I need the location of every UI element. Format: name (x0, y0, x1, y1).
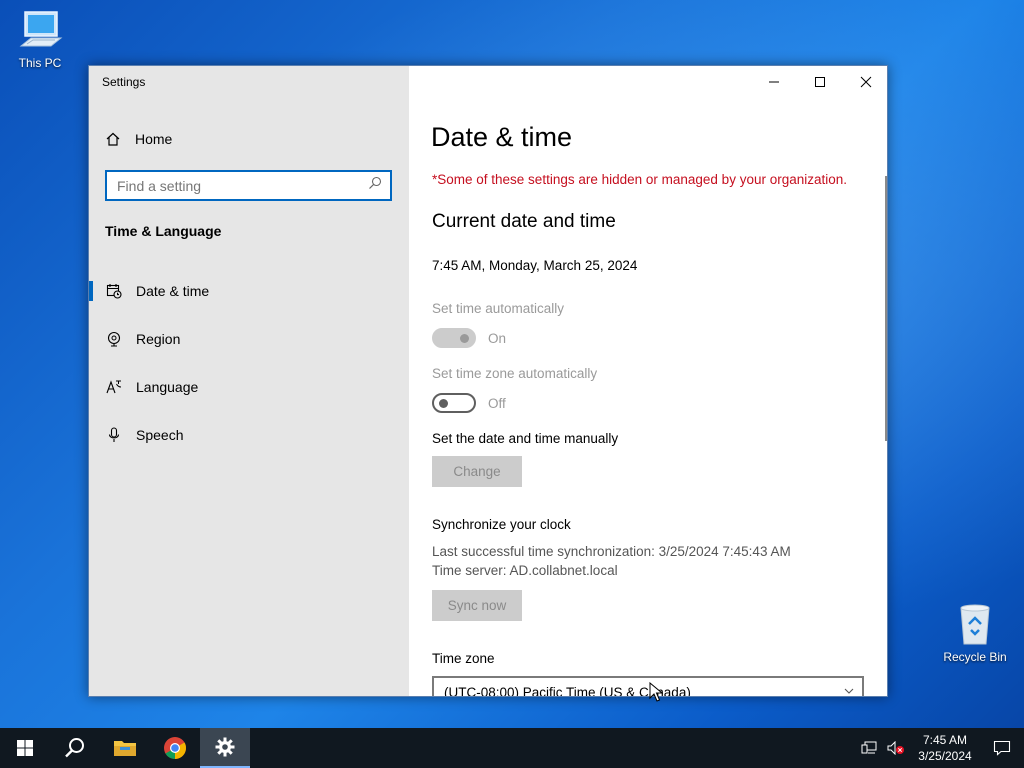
sidebar-item-label: Date & time (136, 283, 210, 299)
computer-icon (19, 11, 63, 47)
main-content: Date & time *Some of these settings are … (409, 66, 887, 696)
system-tray: 7:45 AM 3/25/2024 (856, 728, 1024, 768)
settings-icon (215, 737, 235, 757)
time-zone-dropdown[interactable]: (UTC-08:00) Pacific Time (US & Canada) (432, 676, 864, 696)
start-icon (17, 740, 33, 756)
search-icon (65, 738, 84, 758)
volume-muted-icon (887, 741, 904, 755)
start-button[interactable] (0, 728, 50, 768)
auto-zone-state: Off (488, 396, 506, 411)
taskbar-search-button[interactable] (50, 728, 100, 768)
settings-taskbar-button[interactable] (200, 728, 250, 768)
chrome-icon (164, 737, 186, 759)
current-datetime-value: 7:45 AM, Monday, March 25, 2024 (432, 258, 638, 273)
caption-buttons (751, 66, 887, 98)
action-center-button[interactable] (980, 728, 1024, 768)
auto-time-state: On (488, 331, 507, 346)
close-icon (860, 76, 872, 88)
sidebar-item-label: Language (136, 379, 199, 395)
close-button[interactable] (843, 66, 887, 98)
last-sync-text: Last successful time synchronization: 3/… (432, 544, 791, 559)
search-input[interactable] (117, 177, 368, 194)
globe-icon (105, 330, 123, 348)
recycle-bin-icon (960, 604, 990, 645)
chrome-button[interactable] (150, 728, 200, 768)
microphone-icon (105, 426, 123, 444)
taskbar-clock[interactable]: 7:45 AM 3/25/2024 (910, 732, 980, 764)
managed-warning: *Some of these settings are hidden or ma… (432, 172, 848, 187)
file-explorer-icon (114, 741, 136, 756)
chevron-down-icon (844, 688, 854, 694)
search-box[interactable] (105, 170, 392, 201)
network-button[interactable] (856, 728, 882, 768)
desktop-icon-recycle-bin[interactable]: Recycle Bin (935, 600, 1015, 664)
minimize-icon (769, 81, 779, 83)
scrollbar[interactable] (885, 176, 887, 441)
sync-heading: Synchronize your clock (432, 517, 571, 532)
clock-time: 7:45 AM (922, 733, 968, 747)
sidebar-item-region[interactable]: Region (89, 319, 409, 359)
change-button[interactable]: Change (432, 456, 522, 487)
sidebar-item-language[interactable]: Language (89, 367, 409, 407)
sidebar: Settings Home Time & Language Date & tim… (89, 66, 409, 696)
toggle-knob (460, 334, 469, 343)
maximize-icon (815, 77, 825, 87)
settings-window: Settings Home Time & Language Date & tim… (88, 65, 888, 697)
manual-label: Set the date and time manually (432, 431, 619, 446)
window-title: Settings (102, 75, 146, 89)
taskbar: 7:45 AM 3/25/2024 (0, 728, 1024, 768)
desktop-icon-this-pc[interactable]: This PC (0, 8, 80, 70)
sidebar-item-label: Region (136, 331, 181, 347)
home-label: Home (135, 131, 173, 147)
auto-zone-label: Set time zone automatically (432, 366, 598, 381)
auto-time-toggle (432, 328, 476, 348)
page-title: Date & time (431, 122, 573, 152)
sidebar-home[interactable]: Home (105, 128, 172, 150)
sidebar-item-label: Speech (136, 427, 184, 443)
sidebar-item-date-time[interactable]: Date & time (89, 271, 409, 311)
calendar-clock-icon (105, 282, 123, 300)
section-title: Time & Language (105, 223, 222, 239)
mouse-cursor-icon (649, 682, 663, 702)
time-zone-label: Time zone (432, 651, 495, 666)
volume-button[interactable] (882, 728, 910, 768)
home-icon (105, 131, 123, 147)
desktop-icon-label: This PC (18, 56, 62, 70)
clock-date: 3/25/2024 (918, 749, 972, 763)
language-icon (105, 378, 123, 396)
desktop-icon-label: Recycle Bin (943, 650, 1007, 664)
toggle-knob (439, 399, 448, 408)
maximize-button[interactable] (797, 66, 843, 98)
time-server-text: Time server: AD.collabnet.local (432, 563, 618, 578)
search-icon[interactable] (368, 176, 382, 195)
sync-now-button[interactable]: Sync now (432, 590, 522, 621)
current-datetime-heading: Current date and time (432, 211, 616, 232)
sidebar-item-speech[interactable]: Speech (89, 415, 409, 455)
network-icon (861, 741, 877, 754)
file-explorer-button[interactable] (100, 728, 150, 768)
notification-icon (993, 740, 1011, 756)
minimize-button[interactable] (751, 66, 797, 98)
auto-time-label: Set time automatically (432, 301, 565, 316)
auto-zone-toggle[interactable] (432, 393, 476, 413)
